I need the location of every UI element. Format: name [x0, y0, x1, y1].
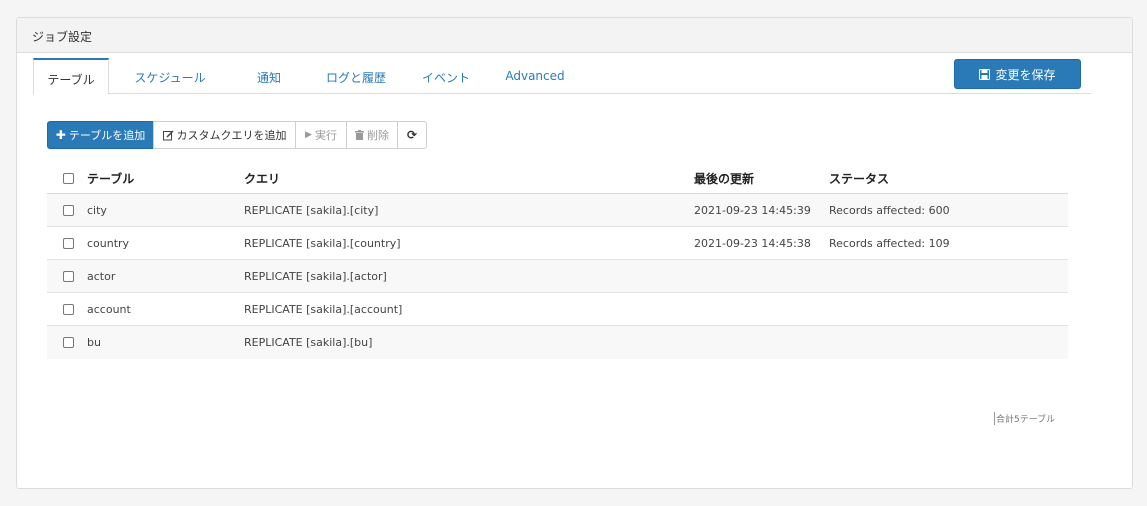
select-all-checkbox[interactable]	[63, 173, 74, 184]
row-table-name: city	[87, 203, 107, 217]
row-checkbox[interactable]	[63, 204, 74, 216]
row-query: REPLICATE [sakila].[country]	[244, 236, 401, 250]
column-header-query: クエリ	[244, 172, 281, 186]
tab-notifications[interactable]: 通知	[245, 58, 293, 94]
panel-title: ジョブ設定	[17, 18, 1132, 53]
row-checkbox[interactable]	[63, 237, 74, 249]
tab-logs-history[interactable]: ログと履歴	[315, 58, 397, 94]
floppy-disk-icon	[979, 68, 991, 80]
tab-tables[interactable]: テーブル	[33, 58, 109, 95]
table-header-row: テーブル クエリ 最後の更新 ステータス	[47, 164, 1068, 194]
tab-bar: テーブル スケジュール 通知 ログと履歴 イベント Advanced	[33, 58, 1091, 95]
row-last-updated: 2021-09-23 14:45:38	[694, 236, 811, 250]
row-status: Records affected: 109	[829, 236, 950, 250]
add-custom-query-button[interactable]: カスタムクエリを追加	[153, 121, 296, 149]
tab-schedule[interactable]: スケジュール	[121, 58, 219, 94]
run-button[interactable]: ▶ 実行	[295, 121, 347, 149]
row-table-name: account	[87, 302, 131, 316]
delete-label: 削除	[367, 129, 389, 142]
column-header-status: ステータス	[829, 172, 890, 186]
row-checkbox[interactable]	[63, 337, 74, 348]
row-query: REPLICATE [sakila].[city]	[244, 203, 379, 217]
plus-icon: ✚	[55, 128, 66, 142]
tab-advanced[interactable]: Advanced	[501, 58, 569, 94]
table-row[interactable]: bu REPLICATE [sakila].[bu]	[47, 326, 1068, 359]
row-checkbox[interactable]	[63, 303, 74, 315]
row-table-name: bu	[87, 336, 101, 349]
row-status: Records affected: 600	[829, 203, 950, 217]
table-row[interactable]: country REPLICATE [sakila].[country] 202…	[47, 227, 1068, 260]
table-count-label: 合計5テーブル	[994, 412, 1055, 425]
run-label: 実行	[314, 129, 337, 142]
tab-events[interactable]: イベント	[413, 58, 479, 94]
delete-button[interactable]: 削除	[346, 121, 398, 149]
row-last-updated: 2021-09-23 14:45:39	[694, 203, 811, 217]
table-toolbar: ✚ テーブルを追加 カスタムクエリを追加 ▶ 実行 削除 ⟳	[47, 121, 427, 149]
row-table-name: actor	[87, 269, 116, 283]
table-row[interactable]: actor REPLICATE [sakila].[actor]	[47, 260, 1068, 293]
refresh-icon: ⟳	[406, 128, 418, 142]
save-changes-label: 変更を保存	[995, 67, 1056, 82]
play-icon: ▶	[305, 130, 312, 140]
tables-grid: テーブル クエリ 最後の更新 ステータス city REPLICATE [sak…	[47, 164, 1068, 359]
add-table-label: テーブルを追加	[68, 129, 146, 142]
table-row[interactable]: city REPLICATE [sakila].[city] 2021-09-2…	[47, 194, 1068, 227]
refresh-button[interactable]: ⟳	[397, 121, 427, 149]
row-query: REPLICATE [sakila].[account]	[244, 302, 403, 316]
row-checkbox[interactable]	[63, 270, 74, 282]
row-query: REPLICATE [sakila].[bu]	[244, 336, 373, 349]
edit-icon	[162, 129, 174, 141]
column-header-table: テーブル	[87, 172, 135, 186]
add-custom-query-label: カスタムクエリを追加	[176, 129, 287, 142]
add-table-button[interactable]: ✚ テーブルを追加	[47, 121, 154, 149]
column-header-last-updated: 最後の更新	[694, 172, 755, 186]
trash-icon	[355, 130, 364, 140]
row-table-name: country	[87, 236, 130, 250]
row-query: REPLICATE [sakila].[actor]	[244, 269, 387, 283]
table-row[interactable]: account REPLICATE [sakila].[account]	[47, 293, 1068, 326]
save-changes-button[interactable]: 変更を保存	[954, 59, 1081, 89]
